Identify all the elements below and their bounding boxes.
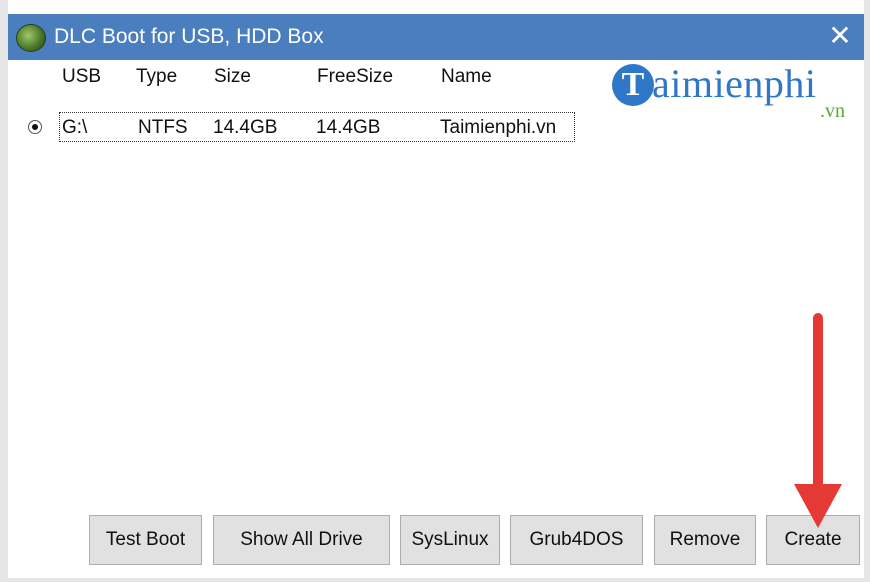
grub4dos-button[interactable]: Grub4DOS — [510, 515, 643, 565]
close-icon[interactable]: ✕ — [826, 22, 854, 50]
column-header-name: Name — [441, 66, 492, 87]
title-bar[interactable]: DLC Boot for USB, HDD Box ✕ — [8, 14, 864, 60]
taimienphi-logo: T aimienphi .vn — [612, 61, 862, 124]
drive-select-radio[interactable] — [28, 120, 42, 134]
red-arrow-annotation — [794, 313, 842, 528]
logo-text: aimienphi — [652, 61, 817, 106]
remove-button[interactable]: Remove — [654, 515, 756, 565]
drive-free-size: 14.4GB — [316, 117, 381, 138]
column-header-usb: USB — [62, 66, 102, 87]
show-all-drive-button[interactable]: Show All Drive — [213, 515, 390, 565]
drive-name: Taimienphi.vn — [440, 117, 557, 138]
drive-type: NTFS — [138, 117, 188, 138]
drive-letter: G:\ — [62, 117, 88, 138]
column-header-size: Size — [214, 66, 251, 87]
window-title: DLC Boot for USB, HDD Box — [54, 25, 324, 48]
logo-suffix: .vn — [820, 100, 845, 122]
syslinux-button[interactable]: SysLinux — [400, 515, 500, 565]
column-header-type: Type — [136, 66, 178, 87]
drive-size: 14.4GB — [213, 117, 278, 138]
dlc-globe-icon — [16, 24, 46, 52]
column-header-freesize: FreeSize — [317, 66, 394, 87]
test-boot-button[interactable]: Test Boot — [89, 515, 202, 565]
logo-letter: T — [612, 64, 654, 106]
